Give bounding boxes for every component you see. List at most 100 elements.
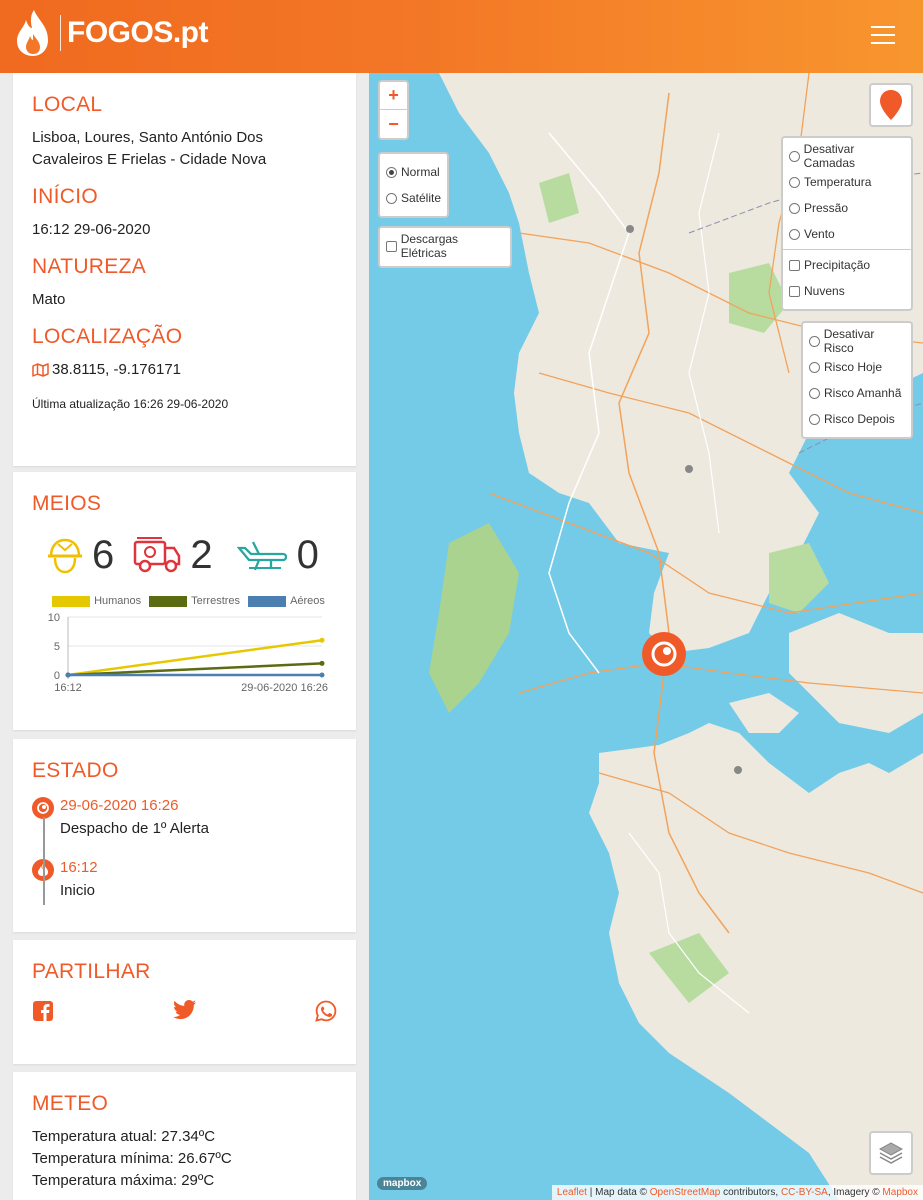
meteo-title: METEO xyxy=(32,1092,109,1115)
aircraft-icon xyxy=(236,541,287,571)
risk-label: Desativar Risco xyxy=(823,327,875,355)
legend-swatch-humanos[interactable] xyxy=(52,595,91,607)
zoom-out-button[interactable]: − xyxy=(380,110,407,138)
zoom-in-button[interactable]: + xyxy=(380,82,407,110)
risk-label: Risco Hoje xyxy=(824,360,883,374)
flame-logo-icon xyxy=(17,10,48,56)
risk-option[interactable]: Risco Depois xyxy=(809,406,905,432)
weather-option[interactable]: Vento xyxy=(789,221,905,247)
weather-option[interactable]: Desativar Camadas xyxy=(789,142,905,170)
radio-weather[interactable] xyxy=(789,150,800,162)
terrestres-count: 2 xyxy=(132,533,232,578)
checkbox-lightning[interactable] xyxy=(386,240,397,252)
incident-info-card: LOCAL Lisboa, Loures, Santo António Dos … xyxy=(13,73,356,466)
legend-swatch-terrestres[interactable] xyxy=(149,595,188,607)
timeline-desc: Inicio xyxy=(60,882,96,899)
temp-current: Temperatura atual: 27.34ºC xyxy=(32,1128,216,1145)
radio-risk[interactable] xyxy=(809,387,820,399)
chart-legend: Humanos Terrestres Aéreos xyxy=(32,595,337,607)
estado-title: ESTADO xyxy=(32,759,119,782)
inicio-title: INÍCIO xyxy=(32,185,98,208)
radio-satellite[interactable] xyxy=(386,192,397,204)
x-tick-label: 29-06-2020 16:26 xyxy=(241,682,328,694)
radio-risk[interactable] xyxy=(809,413,820,425)
radio-weather[interactable] xyxy=(789,202,800,214)
attribution-text: | Map data © xyxy=(586,1187,650,1198)
risk-option[interactable]: Desativar Risco xyxy=(809,327,905,355)
data-point-aereos xyxy=(65,672,71,678)
last-update: Última atualização 16:26 29-06-2020 xyxy=(32,397,229,411)
natureza-value: Mato xyxy=(32,291,66,308)
twitter-icon[interactable] xyxy=(172,1000,197,1020)
lightning-toggle[interactable]: Descargas Elétricas xyxy=(386,232,504,260)
base-layer-normal[interactable]: Normal xyxy=(386,159,441,185)
timeline-item: 16:12 Inicio xyxy=(32,859,337,905)
facebook-icon[interactable] xyxy=(32,1000,54,1022)
meios-chart: 10 5 016:12 29-06-2020 16:26 xyxy=(48,612,328,694)
weather-option[interactable]: Temperatura xyxy=(789,169,905,195)
radio-risk[interactable] xyxy=(809,361,820,373)
incident-map[interactable]: + − Normal Satélite Descargas Elétricas … xyxy=(369,73,923,1200)
checkbox-weather[interactable] xyxy=(789,259,800,271)
x-tick-label: 16:12 xyxy=(54,682,82,694)
leaflet-link[interactable]: Leaflet xyxy=(557,1187,587,1198)
osm-link[interactable]: OpenStreetMap xyxy=(650,1187,721,1198)
label-satellite: Satélite xyxy=(400,191,441,205)
local-value: Lisboa, Loures, Santo António Dos Cavale… xyxy=(32,129,267,168)
humanos-number: 6 xyxy=(92,532,115,577)
label-normal: Normal xyxy=(401,165,440,179)
layers-icon xyxy=(878,1142,904,1164)
weather-label: Temperatura xyxy=(804,175,872,189)
legend-label-humanos[interactable]: Humanos xyxy=(94,595,141,607)
localizacao-title: LOCALIZAÇÃO xyxy=(32,325,183,348)
aereos-number: 0 xyxy=(296,532,319,577)
attribution-text: , Imagery © xyxy=(827,1187,883,1198)
layers-button[interactable] xyxy=(869,1131,913,1175)
mapbox-logo[interactable]: mapbox xyxy=(377,1177,428,1190)
legend-swatch-aereos[interactable] xyxy=(248,595,287,607)
location-button[interactable] xyxy=(869,83,913,127)
radio-normal[interactable] xyxy=(386,166,397,178)
y-tick-label: 5 xyxy=(54,641,60,653)
radio-weather[interactable] xyxy=(789,228,800,240)
terrestres-number: 2 xyxy=(190,532,213,577)
inicio-value: 16:12 29-06-2020 xyxy=(32,221,151,238)
weather-check-option[interactable]: Nuvens xyxy=(789,278,905,304)
localizacao-row[interactable]: 38.8115, -9.176171 xyxy=(32,359,337,381)
share-buttons xyxy=(32,1000,337,1022)
legend-label-aereos[interactable]: Aéreos xyxy=(290,595,325,607)
mapbox-link[interactable]: Mapbox xyxy=(882,1187,918,1198)
temp-min: Temperatura mínima: 26.67ºC xyxy=(32,1150,232,1167)
fire-marker[interactable] xyxy=(642,632,686,676)
hamburger-icon[interactable] xyxy=(871,26,895,46)
y-tick-label: 10 xyxy=(48,612,60,624)
logo-text: FOGOS.pt xyxy=(67,16,209,49)
risk-option[interactable]: Risco Hoje xyxy=(809,354,905,380)
risk-option[interactable]: Risco Amanhã xyxy=(809,380,905,406)
whatsapp-icon[interactable] xyxy=(315,1000,337,1022)
cc-link[interactable]: CC-BY-SA xyxy=(781,1187,828,1198)
radio-risk[interactable] xyxy=(809,335,820,347)
label-lightning: Descargas Elétricas xyxy=(400,232,459,260)
checkbox-weather[interactable] xyxy=(789,285,800,297)
y-tick-label: 0 xyxy=(54,670,60,682)
data-point-terrestres xyxy=(319,660,325,666)
weather-check-option[interactable]: Precipitação xyxy=(789,252,905,278)
map-icon xyxy=(32,363,49,377)
radio-weather[interactable] xyxy=(789,176,800,188)
data-point-humanos xyxy=(319,637,325,643)
legend-label-terrestres[interactable]: Terrestres xyxy=(191,595,240,607)
firefighter-helmet-icon xyxy=(48,538,82,574)
meios-card: MEIOS 6 2 0 Humanos Terrestres Aéreos 10… xyxy=(13,472,356,730)
meteo-card: METEO Temperatura atual: 27.34ºC Tempera… xyxy=(13,1072,356,1200)
temp-max: Temperatura máxima: 29ºC xyxy=(32,1172,215,1189)
base-layer-satellite[interactable]: Satélite xyxy=(386,185,441,211)
weather-option[interactable]: Pressão xyxy=(789,195,905,221)
risk-label: Risco Amanhã xyxy=(824,386,902,400)
timeline-desc: Despacho de 1º Alerta xyxy=(60,820,209,837)
dispatch-alert-icon xyxy=(32,797,54,819)
share-title: PARTILHAR xyxy=(32,960,151,983)
top-bar: FOGOS.pt xyxy=(0,0,923,73)
risk-layer-control: Desativar Risco Risco Hoje Risco Amanhã … xyxy=(801,321,913,439)
logo[interactable]: FOGOS.pt xyxy=(14,8,209,58)
